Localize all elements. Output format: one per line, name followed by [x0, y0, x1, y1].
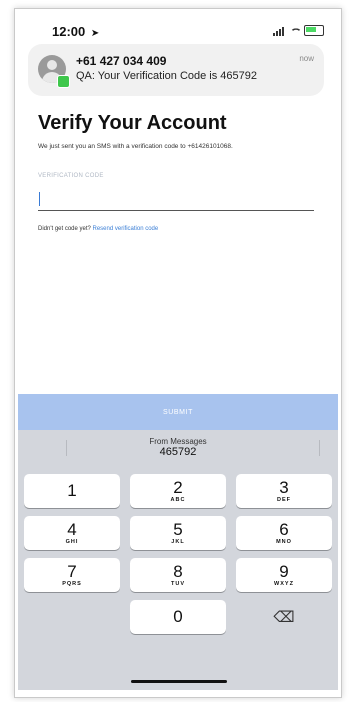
- key-3[interactable]: 3 DEF: [236, 474, 332, 508]
- status-icons: [273, 25, 324, 36]
- key-6[interactable]: 6 MNO: [236, 516, 332, 550]
- messages-app-icon: [57, 75, 70, 88]
- home-indicator[interactable]: [131, 680, 227, 683]
- key-digit: 2: [173, 477, 183, 497]
- key-digit: 9: [279, 561, 289, 581]
- key-letters: PQRS: [62, 580, 82, 587]
- status-time: 12:00 ➤: [52, 24, 99, 39]
- wifi-icon: [288, 26, 300, 36]
- signal-icon: [273, 26, 284, 36]
- key-letters: JKL: [171, 538, 185, 545]
- backspace-icon: ⌫: [273, 609, 295, 626]
- key-letters: DEF: [277, 496, 291, 503]
- suggestion-source: From Messages: [149, 436, 207, 446]
- blank-key: [24, 600, 120, 634]
- key-digit: 6: [279, 519, 289, 539]
- key-digit: 7: [67, 561, 77, 581]
- notification-time: now: [299, 54, 314, 63]
- key-4[interactable]: 4 GHI: [24, 516, 120, 550]
- numeric-keyboard: From Messages 465792 1 2 ABC 3 DEF 4 GHI…: [18, 430, 338, 690]
- key-1[interactable]: 1: [24, 474, 120, 508]
- key-9[interactable]: 9 WXYZ: [236, 558, 332, 592]
- key-0[interactable]: 0: [130, 600, 226, 634]
- key-digit: 5: [173, 519, 183, 539]
- key-digit: 8: [173, 561, 183, 581]
- resend-prompt: Didn't get code yet?: [38, 226, 93, 232]
- suggestion-code: 465792: [159, 445, 197, 458]
- key-8[interactable]: 8 TUV: [130, 558, 226, 592]
- page-description: We just sent you an SMS with a verificat…: [38, 143, 233, 150]
- sms-notification[interactable]: +61 427 034 409 QA: Your Verification Co…: [28, 44, 324, 96]
- verification-code-label: VERIFICATION CODE: [38, 173, 104, 179]
- submit-button[interactable]: SUBMIT: [18, 394, 338, 430]
- page-title: Verify Your Account: [38, 112, 227, 134]
- key-letters: GHI: [65, 538, 79, 545]
- resend-code-link[interactable]: Resend verification code: [93, 226, 159, 232]
- key-5[interactable]: 5 JKL: [130, 516, 226, 550]
- key-letters: ABC: [170, 496, 186, 503]
- phone-screen: 12:00 ➤ +61 427 034 409 QA: Your Verific…: [18, 20, 338, 690]
- key-digit: 4: [67, 519, 77, 539]
- key-2[interactable]: 2 ABC: [130, 474, 226, 508]
- battery-icon: [304, 25, 324, 36]
- key-letters: MNO: [276, 538, 292, 545]
- verification-code-input[interactable]: [38, 188, 314, 211]
- resend-row: Didn't get code yet? Resend verification…: [38, 226, 158, 232]
- location-arrow-icon: ➤: [90, 28, 100, 39]
- key-digit: 0: [173, 607, 183, 626]
- suggestion-divider: [319, 440, 320, 456]
- key-letters: WXYZ: [274, 580, 294, 587]
- status-bar: 12:00 ➤: [18, 20, 338, 44]
- key-7[interactable]: 7 PQRS: [24, 558, 120, 592]
- key-digit: 3: [279, 477, 289, 497]
- notification-message: QA: Your Verification Code is 465792: [76, 70, 258, 82]
- delete-key[interactable]: ⌫: [236, 600, 332, 634]
- key-letters: TUV: [171, 580, 185, 587]
- key-digit: 1: [67, 481, 77, 500]
- clock-text: 12:00: [52, 24, 86, 39]
- text-caret: [39, 192, 40, 206]
- notification-sender: +61 427 034 409: [76, 54, 167, 68]
- suggestion-divider: [66, 440, 67, 456]
